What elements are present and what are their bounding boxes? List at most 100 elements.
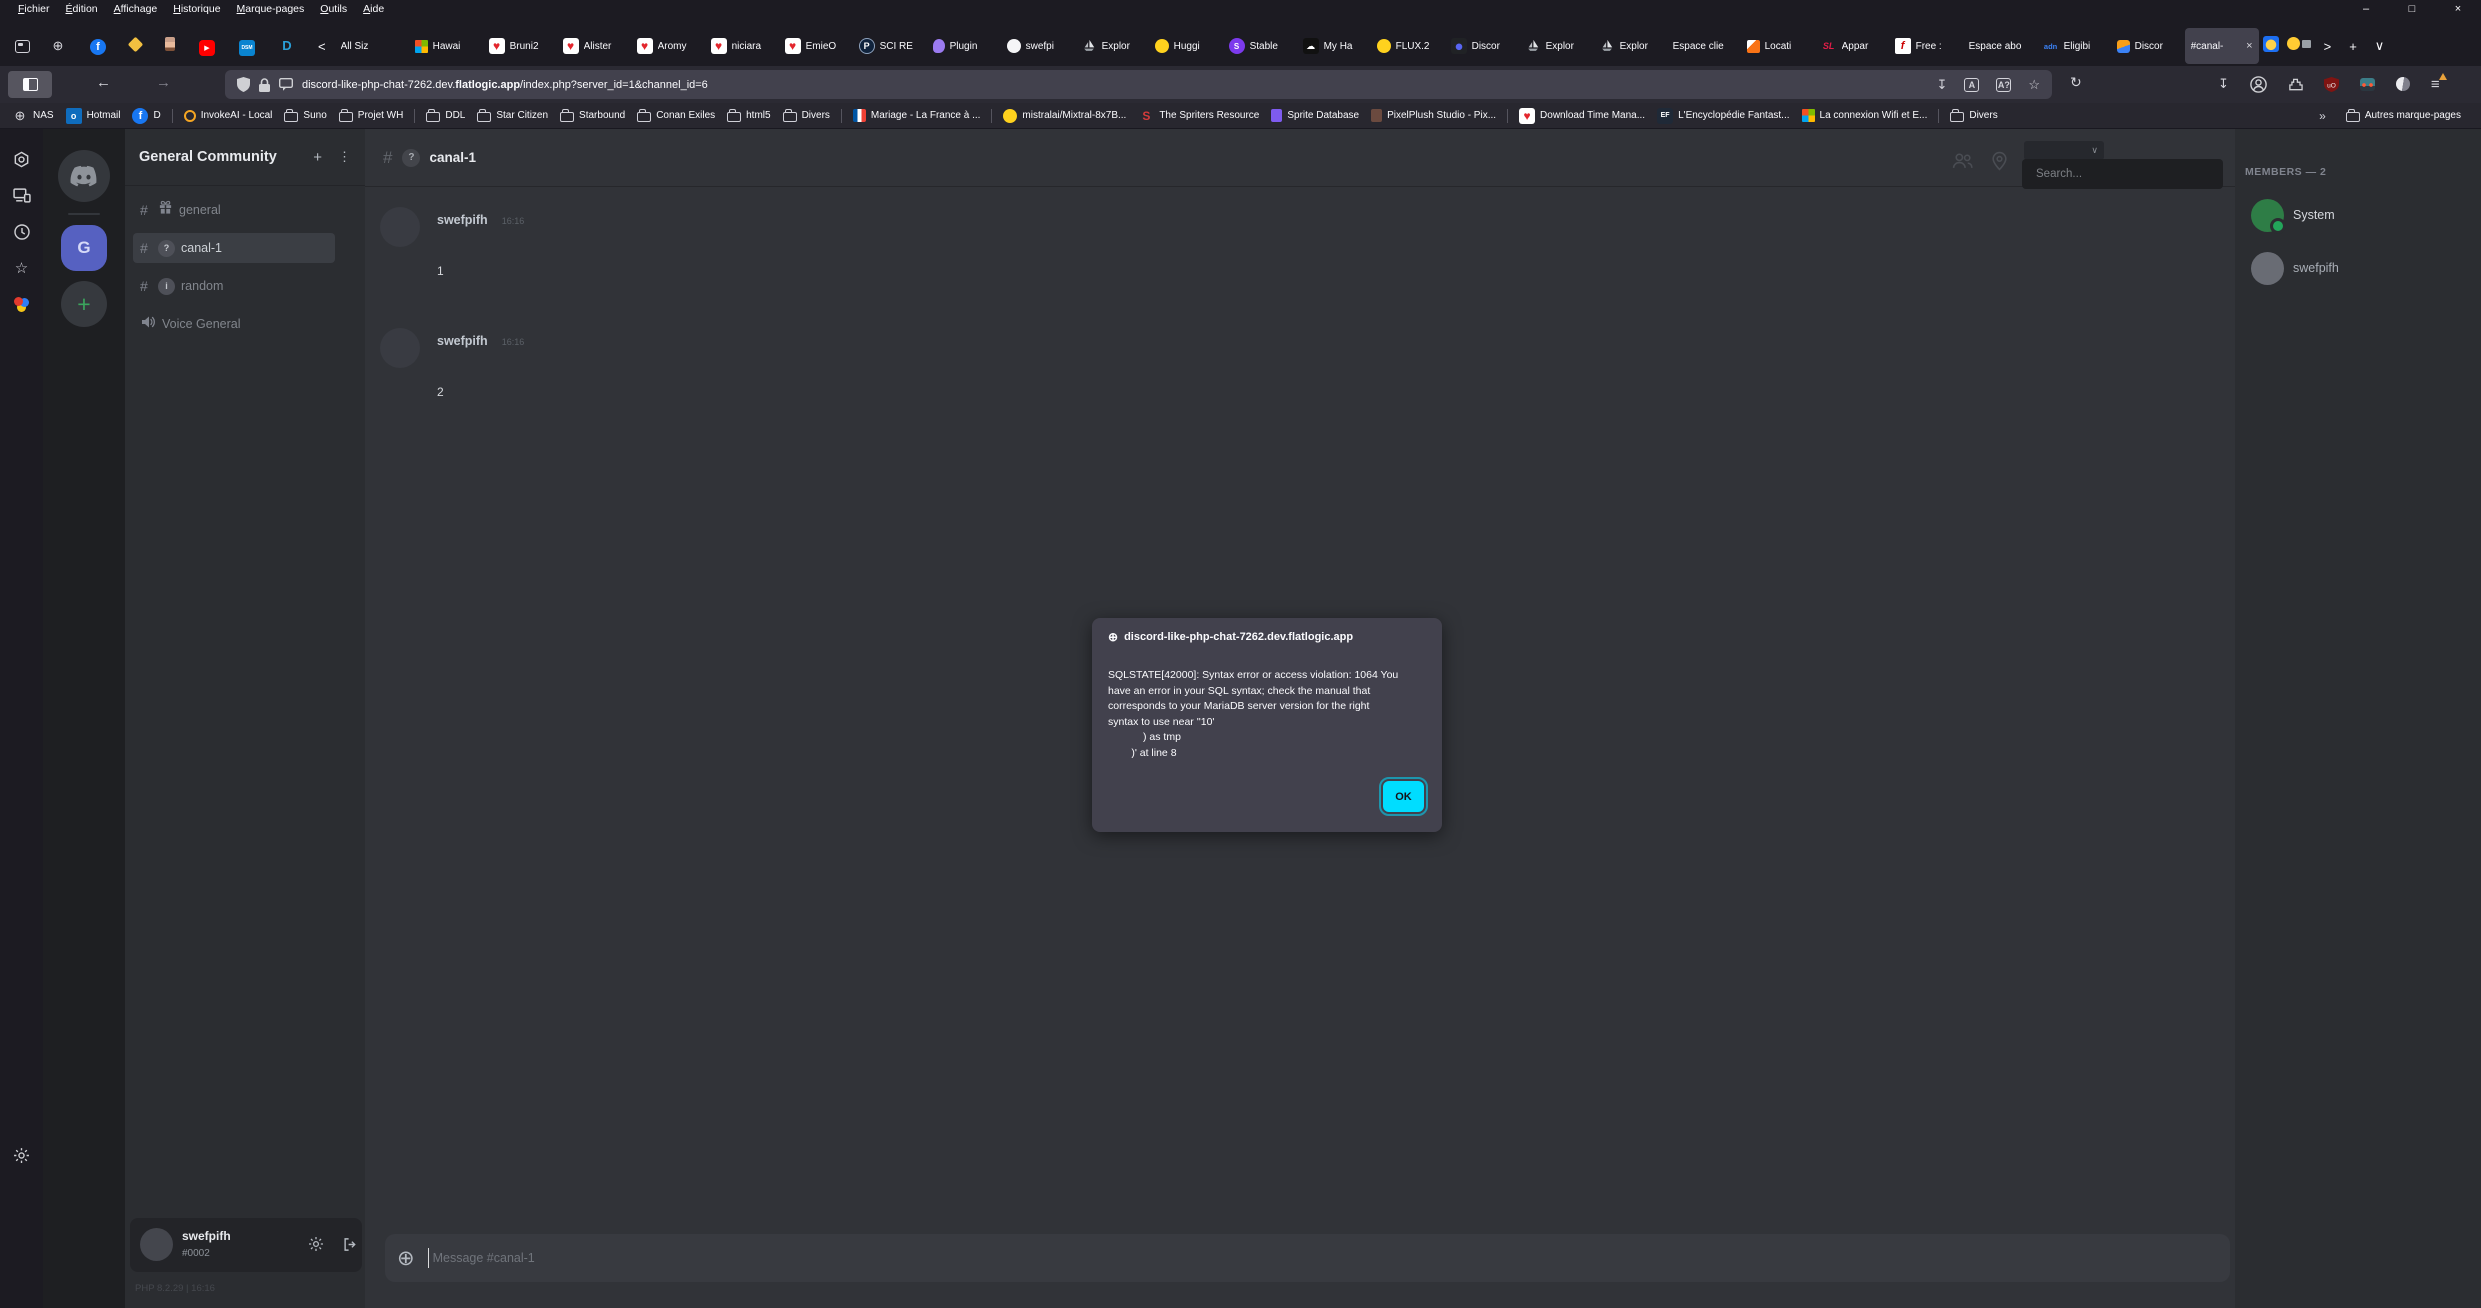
bookmark-pixelplushstudio-pix[interactable]: PixelPlush Studio - Pix...: [1365, 109, 1502, 122]
tab-myha[interactable]: ☁My Ha: [1297, 28, 1371, 64]
bookmark-starcitizen[interactable]: Star Citizen: [471, 109, 554, 122]
url-bar[interactable]: discord-like-php-chat-7262.dev.flatlogic…: [225, 70, 2052, 99]
save-page-icon[interactable]: ↧: [1936, 77, 1947, 93]
tab-espaceclie[interactable]: Espace clie: [1667, 28, 1741, 64]
tab-espaceabo[interactable]: Espace abo: [1963, 28, 2037, 64]
bookmark-hotmail[interactable]: oHotmail: [60, 108, 127, 124]
tab-alister[interactable]: ♥Alister: [557, 28, 631, 64]
tab-aromy[interactable]: ♥Aromy: [631, 28, 705, 64]
tab-niciara[interactable]: ♥niciara: [705, 28, 779, 64]
sidebar-settings-button[interactable]: [0, 1147, 43, 1164]
app-menu-icon[interactable]: ≡: [2431, 76, 2440, 93]
bookmark-starbound[interactable]: Starbound: [554, 109, 631, 122]
forward-button[interactable]: →: [156, 74, 171, 91]
menu-outils[interactable]: Outils: [312, 3, 355, 15]
bookmark-nas[interactable]: ⊕NAS: [6, 108, 60, 124]
bookmark-thespritersresource[interactable]: SThe Spriters Resource: [1132, 108, 1265, 124]
minimize-button[interactable]: –: [2343, 0, 2389, 18]
add-channel-icon[interactable]: +: [313, 149, 322, 166]
server-icon-g[interactable]: G: [61, 225, 107, 271]
attach-plus-icon[interactable]: ⊕: [397, 1246, 415, 1271]
bookmark-divers[interactable]: Divers: [1944, 109, 2003, 122]
pinned-tab-dsm[interactable]: DSM: [239, 36, 255, 56]
account-icon[interactable]: [2250, 76, 2267, 93]
pinned-tab-synology[interactable]: D: [279, 37, 295, 55]
tab-list-dropdown-icon[interactable]: ∨: [2366, 38, 2394, 54]
scroll-tabs-left-icon[interactable]: <: [309, 39, 335, 54]
server-header[interactable]: General Community + ⋮: [125, 129, 365, 186]
bookmark-html5[interactable]: html5: [721, 109, 776, 122]
channel-voice-general[interactable]: Voice General: [133, 309, 335, 339]
tab-discor[interactable]: Discor: [1445, 28, 1519, 64]
search-filter-select[interactable]: ∨: [2024, 141, 2104, 160]
channel-canal-1[interactable]: #?canal-1: [133, 233, 335, 263]
back-button[interactable]: ←: [96, 74, 111, 91]
menu-fichier[interactable]: Fichier: [10, 3, 58, 15]
discord-home-button[interactable]: [58, 150, 110, 202]
menu-affichage[interactable]: Affichage: [106, 3, 166, 15]
member-swefpifh[interactable]: swefpifh: [2235, 252, 2481, 292]
bookmarks-overflow-icon[interactable]: »: [2319, 109, 2326, 123]
pinned-tab-diamond[interactable]: [130, 37, 141, 55]
translate-icon[interactable]: A: [1964, 78, 1979, 92]
menu-historique[interactable]: Historique: [165, 3, 228, 15]
close-button[interactable]: ×: [2435, 0, 2481, 18]
bookmark-invokeai-local[interactable]: InvokeAI - Local: [178, 110, 279, 122]
member-system[interactable]: System: [2235, 199, 2481, 239]
pinned-tab-globe[interactable]: ⊕: [50, 37, 66, 55]
bookmark-lencyclopédiefantast[interactable]: EFL'Encyclopédie Fantast...: [1651, 108, 1795, 124]
server-menu-icon[interactable]: ⋮: [338, 149, 351, 165]
bookmark-projetwh[interactable]: Projet WH: [333, 109, 410, 122]
logout-button[interactable]: [342, 1237, 358, 1257]
tab-scire[interactable]: PSCI RE: [853, 28, 927, 64]
bot-extension-icon[interactable]: [2360, 78, 2375, 91]
channel-random[interactable]: #irandom: [133, 271, 335, 301]
reload-button[interactable]: ↻: [2070, 74, 2082, 91]
maximize-button[interactable]: □: [2389, 0, 2435, 18]
tab-swefpi[interactable]: swefpi: [1001, 28, 1075, 64]
ok-button[interactable]: OK: [1383, 781, 1424, 812]
downloads-icon[interactable]: ↧: [2218, 76, 2229, 92]
bookmark-suno[interactable]: Suno: [278, 109, 332, 122]
new-tab-button[interactable]: +: [2340, 39, 2366, 54]
scroll-tabs-right-icon[interactable]: >: [2315, 39, 2341, 54]
sidebar-tool-star-icon[interactable]: ☆: [13, 259, 31, 276]
sidebar-tool-devices-icon[interactable]: [13, 187, 31, 204]
bookmark-divers[interactable]: Divers: [777, 109, 836, 122]
favicon-tab-heart-eyes-kb[interactable]: [2287, 36, 2311, 57]
sidebar-tool-openai-icon[interactable]: [13, 151, 31, 168]
pinned-tab-pixelchar[interactable]: [165, 37, 175, 56]
search-input[interactable]: [2022, 159, 2223, 189]
tab-hawai[interactable]: Hawai: [409, 28, 483, 64]
bookmark-star-icon[interactable]: ☆: [2028, 77, 2040, 93]
members-toggle-button[interactable]: [1951, 152, 1974, 174]
bookmark-d[interactable]: fD: [126, 108, 166, 124]
bookmark-ddl[interactable]: DDL: [420, 109, 471, 122]
menu-marque-pages[interactable]: Marque-pages: [229, 3, 313, 15]
tab-#canal-[interactable]: #canal-×: [2185, 28, 2259, 64]
extensions-puzzle-icon[interactable]: [2288, 77, 2303, 92]
ublock-icon[interactable]: uO: [2324, 77, 2339, 92]
tab-huggi[interactable]: Huggi: [1149, 28, 1223, 64]
bookmark-downloadtimemana[interactable]: ♥Download Time Mana...: [1513, 108, 1651, 124]
tab-explor[interactable]: Explor: [1593, 28, 1667, 64]
message-input[interactable]: [433, 1251, 2218, 1265]
tab-free[interactable]: fFree :: [1889, 28, 1963, 64]
pinned-tab-youtube[interactable]: ▶: [199, 37, 215, 56]
sidebar-tool-clock-icon[interactable]: [13, 223, 31, 240]
tab-plugin[interactable]: Plugin: [927, 28, 1001, 64]
bookmark-mariage-lafrance[interactable]: Mariage - La France à ...: [847, 109, 987, 122]
tab-appar[interactable]: SLAppar: [1815, 28, 1889, 64]
bookmark-spritedatabase[interactable]: Sprite Database: [1265, 109, 1365, 122]
pin-button[interactable]: [1991, 151, 2008, 176]
menu-aide[interactable]: Aide: [355, 3, 392, 15]
bookmark-conanexiles[interactable]: Conan Exiles: [631, 109, 721, 122]
tab-discor[interactable]: Discor: [2111, 28, 2185, 64]
bookmark-autres-marque-pages[interactable]: Autres marque-pages: [2340, 109, 2467, 122]
channel-general[interactable]: #general: [133, 195, 335, 225]
menu-édition[interactable]: Édition: [58, 3, 106, 15]
firefox-view-button[interactable]: [8, 40, 36, 53]
tab-allsiz[interactable]: All Siz: [335, 28, 409, 64]
close-tab-icon[interactable]: ×: [2246, 40, 2252, 52]
translate-page-icon[interactable]: A?: [1996, 78, 2011, 92]
